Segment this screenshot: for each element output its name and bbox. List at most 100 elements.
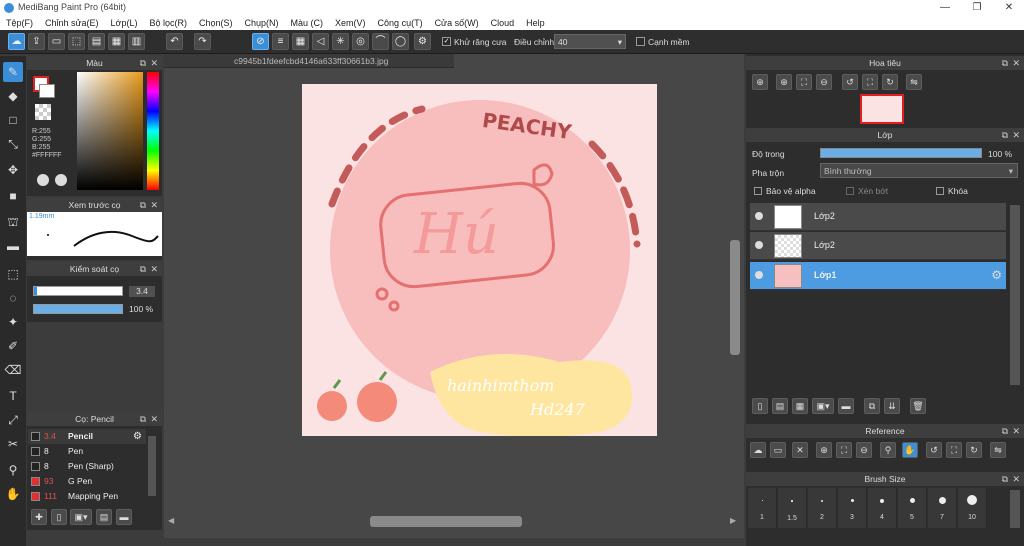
- brush-size-slider[interactable]: [33, 286, 123, 296]
- rotate-left-icon[interactable]: ↺: [926, 442, 942, 458]
- duplicate-layer-icon[interactable]: ⧉: [864, 398, 880, 414]
- scroll-right-icon[interactable]: ▶: [730, 516, 736, 525]
- menu-window[interactable]: Cửa số(W): [429, 16, 485, 30]
- antialias-checkbox[interactable]: ✓: [442, 37, 451, 46]
- upload-icon[interactable]: ⇪: [28, 33, 45, 50]
- move-tool-icon[interactable]: ✥: [3, 160, 23, 180]
- zoom-out-icon[interactable]: ⊖: [856, 442, 872, 458]
- transparent-swatch[interactable]: [35, 104, 51, 120]
- zoom-in-alt-icon[interactable]: ⊕: [776, 74, 792, 90]
- secondary-color-swatch[interactable]: [39, 84, 55, 98]
- menu-snap[interactable]: Chụp(N): [239, 16, 285, 30]
- folder-icon[interactable]: ▬: [838, 398, 854, 414]
- brush-size-option[interactable]: 10: [958, 488, 987, 528]
- brush-tool-icon[interactable]: ✎: [3, 62, 23, 82]
- cross-snap-icon[interactable]: ▦: [292, 33, 309, 50]
- radial-snap-icon[interactable]: ✳: [332, 33, 349, 50]
- layer-scrollbar[interactable]: [1010, 205, 1020, 385]
- menu-help[interactable]: Help: [520, 16, 551, 30]
- clipping-checkbox[interactable]: [846, 187, 854, 195]
- close-icon[interactable]: ✕: [1012, 472, 1020, 486]
- menu-select[interactable]: Chọn(S): [193, 16, 239, 30]
- layer-menu-icon[interactable]: ▣▾: [812, 398, 834, 414]
- menu-edit[interactable]: Chỉnh sửa(E): [39, 16, 105, 30]
- menu-file[interactable]: Tệp(F): [0, 16, 39, 30]
- brush-folder-icon[interactable]: ▬: [116, 509, 132, 525]
- lasso-tool-icon[interactable]: ◌: [3, 288, 23, 308]
- page-icon[interactable]: ▤: [88, 33, 105, 50]
- fit-icon[interactable]: ⛶: [796, 74, 812, 90]
- settings-icon[interactable]: ⚙: [414, 33, 431, 50]
- zoom-out-icon[interactable]: ⊖: [816, 74, 832, 90]
- new-brush-icon[interactable]: ▯: [51, 509, 67, 525]
- close-reference-icon[interactable]: ✕: [792, 442, 808, 458]
- brush-size-option[interactable]: 1: [748, 488, 777, 528]
- navigator-thumbnail[interactable]: [860, 94, 904, 124]
- snap-off-icon[interactable]: ⊘: [252, 33, 269, 50]
- select-eraser-icon[interactable]: ⌫: [3, 360, 23, 380]
- circle-snap-icon[interactable]: ◎: [352, 33, 369, 50]
- gear-icon[interactable]: ⚙: [991, 268, 1002, 282]
- fit-screen-icon[interactable]: ⛶: [862, 74, 878, 90]
- redo-icon[interactable]: ↷: [194, 33, 211, 50]
- zoom-in-icon[interactable]: ⊕: [752, 74, 768, 90]
- menu-view[interactable]: Xem(V): [329, 16, 372, 30]
- add-brush-icon[interactable]: ✚: [31, 509, 47, 525]
- grid-icon[interactable]: ▥: [128, 33, 145, 50]
- eye-icon[interactable]: [755, 271, 763, 279]
- text-tool-icon[interactable]: T: [3, 386, 23, 406]
- menu-cloud[interactable]: Cloud: [485, 16, 521, 30]
- undo-icon[interactable]: ↶: [166, 33, 183, 50]
- edge-checkbox[interactable]: [636, 37, 645, 46]
- popout-icon[interactable]: ⧉: [1002, 128, 1008, 142]
- brush-size-scrollbar[interactable]: [1010, 490, 1020, 528]
- ellipse-snap-icon[interactable]: ◯: [392, 33, 409, 50]
- close-icon[interactable]: ✕: [150, 262, 158, 276]
- menu-tools[interactable]: Công cụ(T): [372, 16, 429, 30]
- close-icon[interactable]: ✕: [1012, 424, 1020, 438]
- brush-item-pen[interactable]: 8 Pen: [28, 444, 146, 459]
- protect-alpha-checkbox[interactable]: [754, 187, 762, 195]
- select-pen-icon[interactable]: ✐: [3, 336, 23, 356]
- brush-size-option[interactable]: 5: [898, 488, 927, 528]
- eyedropper-icon[interactable]: ⚲: [880, 442, 896, 458]
- close-icon[interactable]: ✕: [150, 198, 158, 212]
- popout-icon[interactable]: ⧉: [1002, 424, 1008, 438]
- brush-item-g-pen[interactable]: 93 G Pen: [28, 474, 146, 489]
- brush-settings-icon[interactable]: ▤: [96, 509, 112, 525]
- brush-size-option[interactable]: 1.5: [778, 488, 807, 528]
- brush-size-value[interactable]: 3.4: [129, 286, 155, 297]
- parallel-snap-icon[interactable]: ≡: [272, 33, 289, 50]
- comment-icon[interactable]: ▭: [48, 33, 65, 50]
- select-rect-icon[interactable]: ⬚: [3, 264, 23, 284]
- scroll-left-icon[interactable]: ◀: [168, 516, 174, 525]
- curve-snap-icon[interactable]: ⌒: [372, 33, 389, 50]
- restore-icon[interactable]: ❐: [962, 1, 992, 15]
- brush-item-pen-sharp[interactable]: 8 Pen (Sharp): [28, 459, 146, 474]
- popout-icon[interactable]: ⧉: [140, 56, 146, 70]
- menu-color[interactable]: Màu (C): [285, 16, 330, 30]
- share-icon[interactable]: ⬚: [68, 33, 85, 50]
- popout-icon[interactable]: ⧉: [140, 262, 146, 276]
- rotate-left-icon[interactable]: ↺: [842, 74, 858, 90]
- delete-layer-icon[interactable]: 🗑: [910, 398, 926, 414]
- canvas-hscroll-thumb[interactable]: [370, 516, 522, 527]
- divide-tool-icon[interactable]: ✂: [3, 434, 23, 454]
- menu-layer[interactable]: Lớp(L): [105, 16, 144, 30]
- brush-opacity-slider[interactable]: [33, 304, 123, 314]
- color-wheel-icon[interactable]: [55, 174, 67, 186]
- artwork-canvas[interactable]: PEACHY Hú hainhimthom Hd247: [302, 84, 657, 436]
- layer-row[interactable]: Lớp2: [750, 232, 1006, 260]
- layer-row-selected[interactable]: Lớp1 ⚙: [750, 262, 1006, 290]
- brush-size-option[interactable]: 3: [838, 488, 867, 528]
- fit-icon[interactable]: ⛶: [836, 442, 852, 458]
- eyedropper-icon[interactable]: ⚲: [3, 460, 23, 480]
- adjust-select[interactable]: 40 ▾: [554, 34, 626, 49]
- close-icon[interactable]: ✕: [150, 56, 158, 70]
- magic-wand-icon[interactable]: ✦: [3, 312, 23, 332]
- close-icon[interactable]: ✕: [994, 1, 1024, 15]
- hand-icon[interactable]: ✋: [902, 442, 918, 458]
- close-icon[interactable]: ✕: [1012, 56, 1020, 70]
- popout-icon[interactable]: ⧉: [1002, 56, 1008, 70]
- open-reference-icon[interactable]: ▭: [770, 442, 786, 458]
